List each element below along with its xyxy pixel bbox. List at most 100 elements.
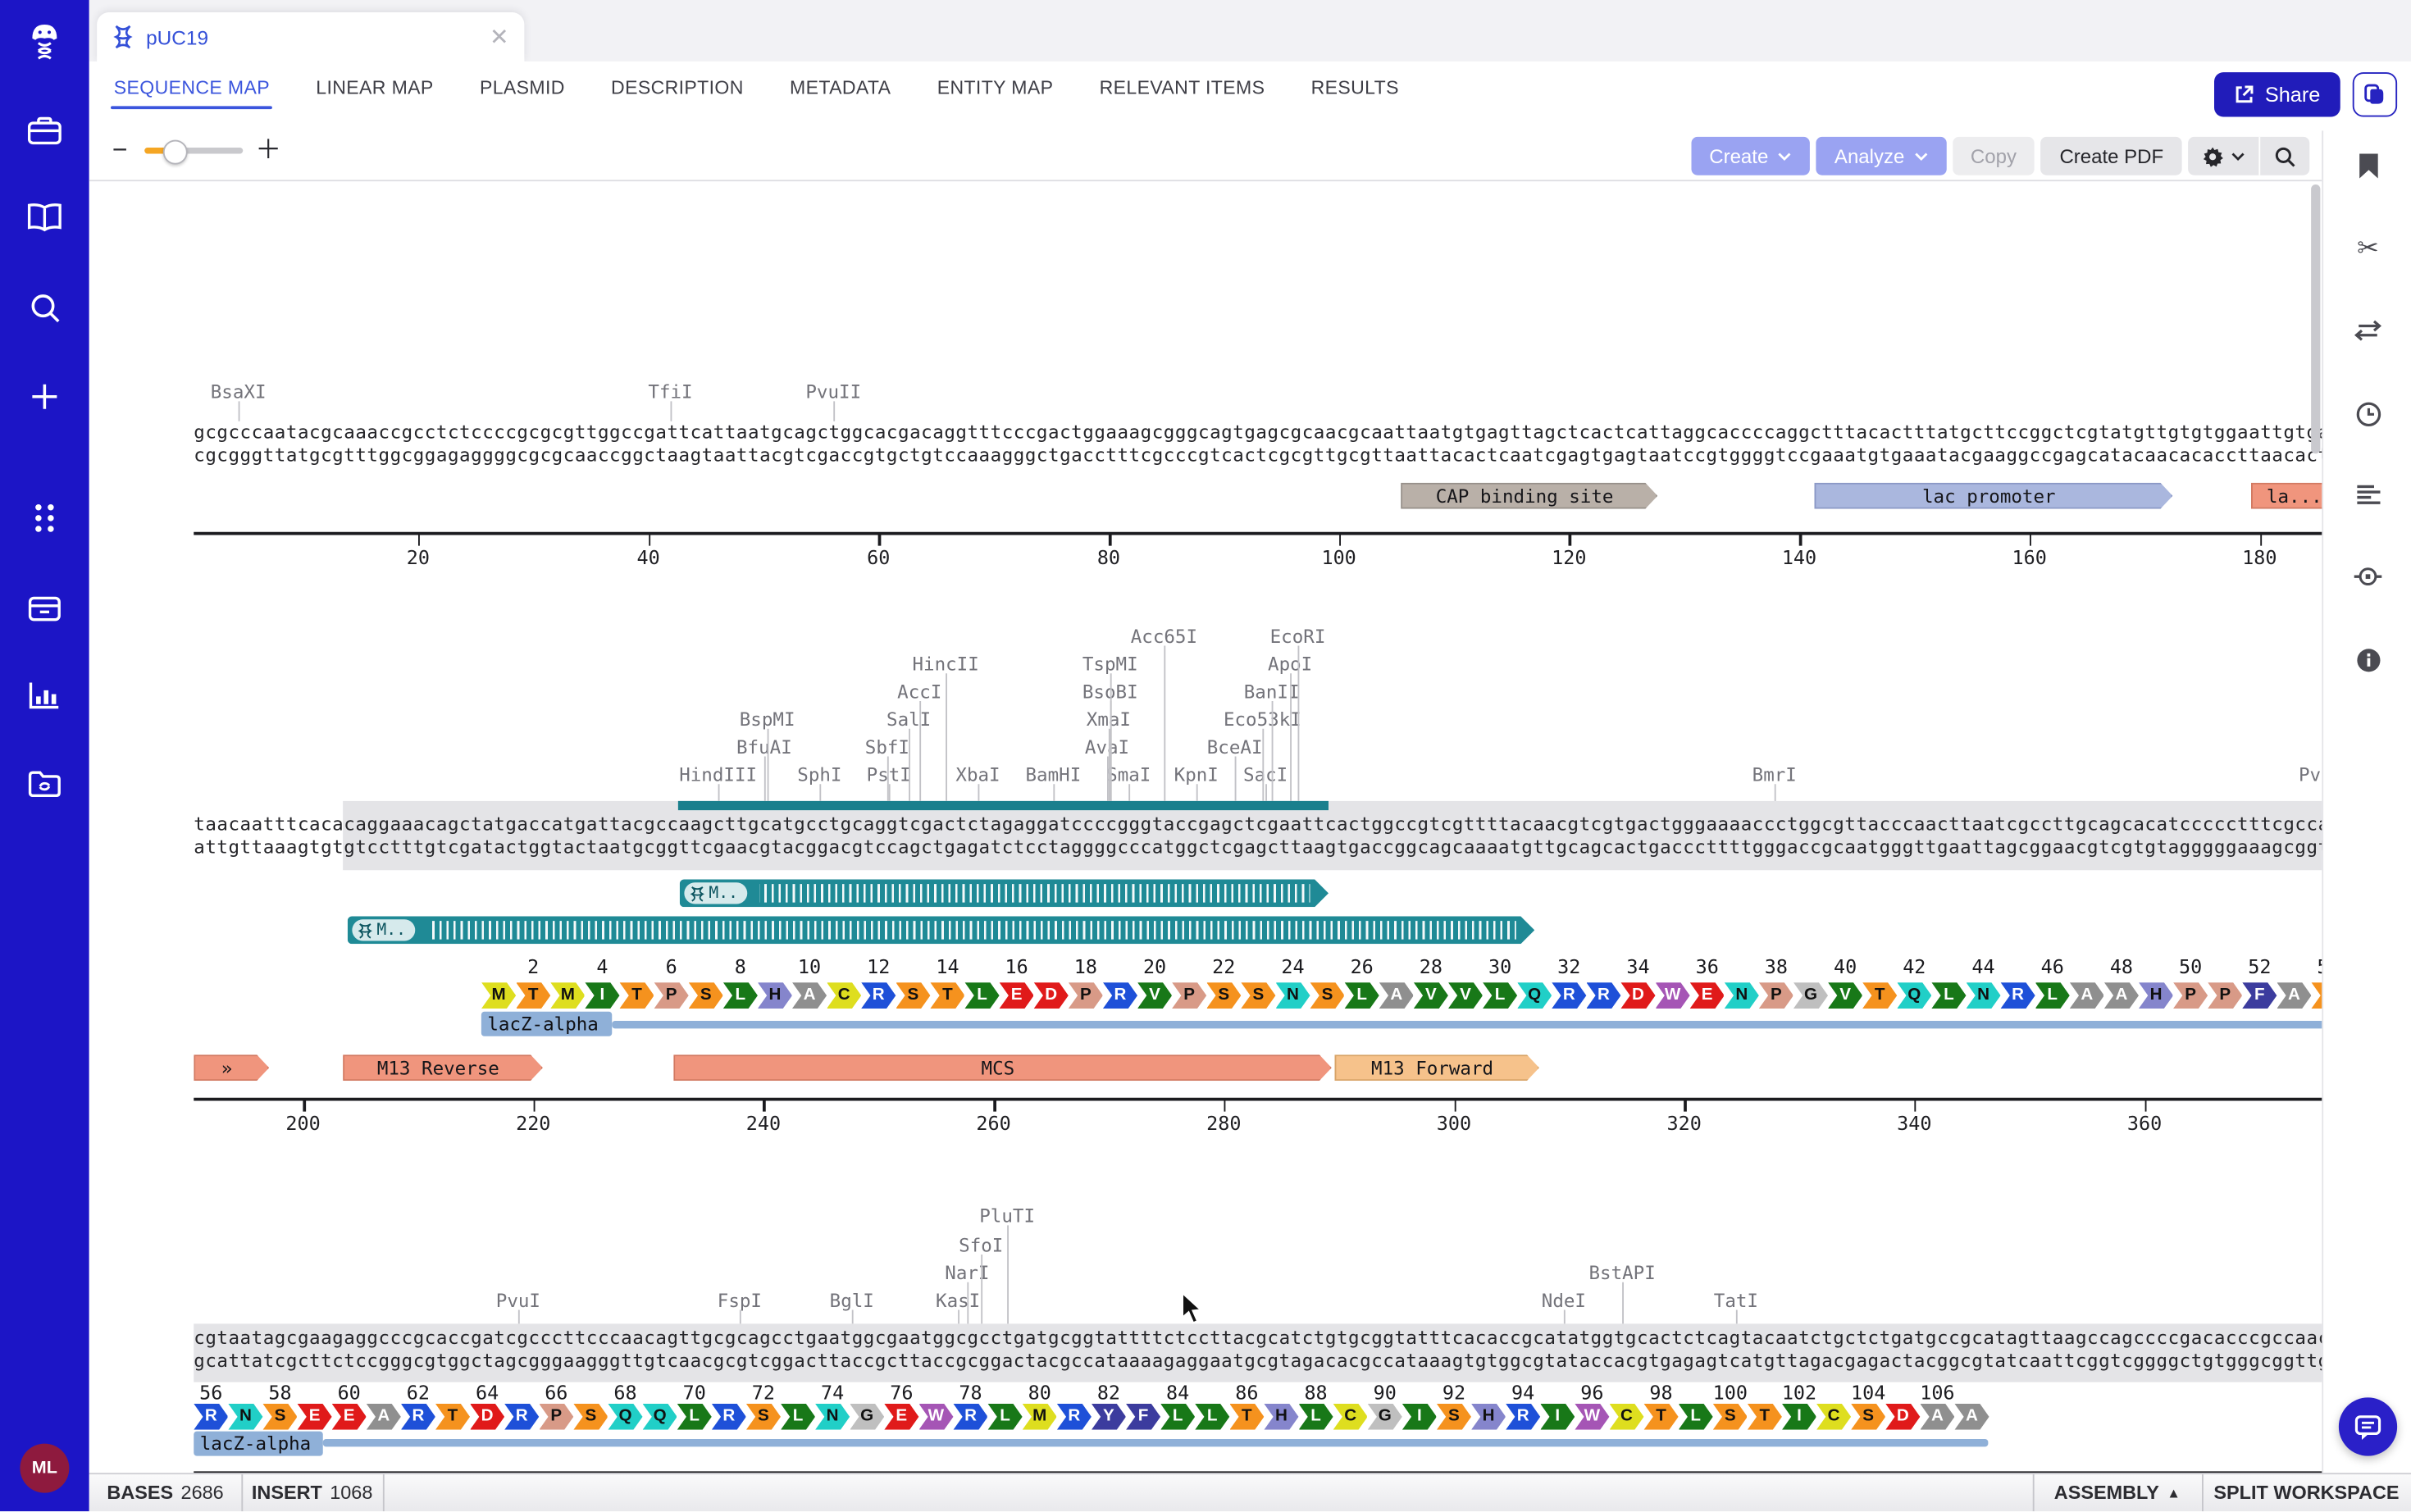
aa-residue[interactable]: I [1540, 1404, 1575, 1430]
enzyme-label-BstAPI[interactable]: BstAPI [1588, 1262, 1655, 1283]
aa-residue[interactable]: R [1057, 1404, 1092, 1430]
aa-residue[interactable]: A [1920, 1404, 1954, 1430]
aa-residue[interactable]: S [1206, 982, 1241, 1009]
aa-residue[interactable]: R [1586, 982, 1620, 1009]
aa-residue[interactable]: Q [1517, 982, 1552, 1009]
aa-residue[interactable]: R [194, 1404, 228, 1430]
enzyme-label-NdeI[interactable]: NdeI [1542, 1290, 1586, 1311]
plus-icon[interactable] [0, 371, 89, 423]
folder-sync-icon[interactable] [0, 758, 89, 810]
aa-residue[interactable]: E [332, 1404, 367, 1430]
aa-residue[interactable]: E [1690, 982, 1725, 1009]
enzyme-label-BglI[interactable]: BglI [830, 1290, 874, 1311]
aa-residue[interactable]: A [2070, 982, 2104, 1009]
nav-tab-relevant-items[interactable]: RELEVANT ITEMS [1096, 61, 1268, 117]
enzyme-label-PluTI[interactable]: PluTI [979, 1205, 1035, 1227]
aa-residue[interactable]: S [1310, 982, 1345, 1009]
nav-tab-results[interactable]: RESULTS [1308, 61, 1402, 117]
enzyme-label-PvuII[interactable]: PvuII [2299, 764, 2322, 786]
enzyme-label-AvaI[interactable]: AvaI [1085, 736, 1129, 758]
aa-residue[interactable]: F [1126, 1404, 1160, 1430]
nav-tab-entity-map[interactable]: ENTITY MAP [934, 61, 1056, 117]
aa-residue[interactable]: R [953, 1404, 987, 1430]
aa-residue[interactable]: C [827, 982, 861, 1009]
enzyme-label-BsaXI[interactable]: BsaXI [211, 381, 267, 403]
enzyme-label-BceAI[interactable]: BceAI [1207, 736, 1263, 758]
aa-residue[interactable]: C [1609, 1404, 1643, 1430]
zoom-slider[interactable] [144, 148, 243, 154]
aa-residue[interactable]: Q [1897, 982, 1931, 1009]
swap-arrows-icon[interactable] [2345, 307, 2390, 353]
sequence-bottom-strand[interactable]: gcattatcgcttctccgggcgtggctagcgggaagggttg… [194, 1350, 2322, 1371]
enzyme-label-HincII[interactable]: HincII [912, 654, 978, 675]
enzyme-label-BmrI[interactable]: BmrI [1752, 764, 1797, 786]
enzyme-label-FspI[interactable]: FspI [718, 1290, 762, 1311]
enzyme-label-BspMI[interactable]: BspMI [740, 708, 795, 730]
aa-residue[interactable]: S [262, 1404, 297, 1430]
aa-residue[interactable]: H [2139, 982, 2173, 1009]
enzyme-label-BamHI[interactable]: BamHI [1026, 764, 1082, 786]
nav-tab-metadata[interactable]: METADATA [786, 61, 894, 117]
aa-residue[interactable]: L [988, 1404, 1023, 1430]
aa-residue[interactable]: N [815, 1404, 850, 1430]
aa-residue[interactable]: Q [643, 1404, 677, 1430]
copy-button[interactable]: Copy [1952, 137, 2035, 175]
aa-residue[interactable]: S [1241, 982, 1275, 1009]
enzyme-label-TspMI[interactable]: TspMI [1082, 654, 1138, 675]
find-in-sequence-button[interactable] [2260, 137, 2309, 175]
aa-residue[interactable]: D [1034, 982, 1069, 1009]
aa-residue[interactable]: L [1298, 1404, 1333, 1430]
aa-residue[interactable]: T [1748, 1404, 1782, 1430]
annotation-cap-binding-site[interactable]: CAP binding site [1401, 483, 1657, 509]
aa-residue[interactable]: Y [1092, 1404, 1126, 1430]
aa-residue[interactable]: L [1160, 1404, 1195, 1430]
aa-residue[interactable]: F [2242, 982, 2277, 1009]
annotation-la-r-[interactable]: la...r » [2251, 483, 2322, 509]
aa-residue[interactable]: A [367, 1404, 401, 1430]
aa-residue[interactable]: P [1069, 982, 1103, 1009]
aa-residue[interactable]: L [965, 982, 1000, 1009]
aa-residue[interactable]: A [2277, 982, 2311, 1009]
vertical-scrollbar[interactable] [2311, 184, 2320, 453]
close-icon[interactable]: ✕ [490, 23, 509, 51]
aa-residue[interactable]: M [481, 982, 516, 1009]
nav-tab-plasmid[interactable]: PLASMID [476, 61, 567, 117]
aa-residue[interactable]: A [2104, 982, 2139, 1009]
inventory-box-icon[interactable] [0, 581, 89, 634]
aa-residue[interactable]: T [435, 1404, 470, 1430]
aa-residue[interactable]: R [861, 982, 896, 1009]
aa-residue[interactable]: E [1000, 982, 1034, 1009]
aa-residue[interactable]: I [585, 982, 619, 1009]
enzyme-label-KpnI[interactable]: KpnI [1174, 764, 1219, 786]
history-clock-icon[interactable] [2345, 390, 2390, 436]
primer-annotation[interactable]: M.. [680, 880, 1329, 908]
zoom-out-button[interactable]: − [107, 139, 132, 163]
lacz-alpha-label[interactable]: lacZ-alpha [481, 1012, 612, 1036]
enzyme-label-TatI[interactable]: TatI [1714, 1290, 1758, 1311]
aa-residue[interactable]: P [1172, 982, 1206, 1009]
aa-residue[interactable]: T [930, 982, 964, 1009]
enzyme-label-HindIII[interactable]: HindIII [679, 764, 757, 786]
benchling-logo-icon[interactable] [0, 17, 89, 70]
annotation-lac-promoter[interactable]: lac promoter [1815, 483, 2173, 509]
aa-residue[interactable]: R [712, 1404, 746, 1430]
aa-residue[interactable]: H [758, 982, 792, 1009]
enzyme-label-SphI[interactable]: SphI [797, 764, 841, 786]
enzyme-label-PstI[interactable]: PstI [867, 764, 911, 786]
aa-residue[interactable]: S [2312, 982, 2322, 1009]
toolbox-icon[interactable] [0, 105, 89, 157]
sequence-bottom-strand[interactable]: attgttaaagtgtgtcctttgtcgatactggtactaatgc… [194, 836, 2322, 858]
aa-residue[interactable]: A [1379, 982, 1414, 1009]
aa-residue[interactable]: V [1448, 982, 1483, 1009]
aa-residue[interactable]: T [1229, 1404, 1264, 1430]
aa-residue[interactable]: L [723, 982, 758, 1009]
aa-residue[interactable]: I [1402, 1404, 1437, 1430]
aa-residue[interactable]: R [1103, 982, 1137, 1009]
apps-grid-icon[interactable] [0, 492, 89, 544]
annotation-mcs[interactable]: MCS [673, 1054, 1332, 1081]
enzyme-label-SalI[interactable]: SalI [886, 708, 931, 730]
aa-residue[interactable]: H [1471, 1404, 1506, 1430]
aa-residue[interactable]: A [792, 982, 827, 1009]
enzyme-label-SmaI[interactable]: SmaI [1106, 764, 1151, 786]
enzyme-label-PvuII[interactable]: PvuII [805, 381, 861, 403]
